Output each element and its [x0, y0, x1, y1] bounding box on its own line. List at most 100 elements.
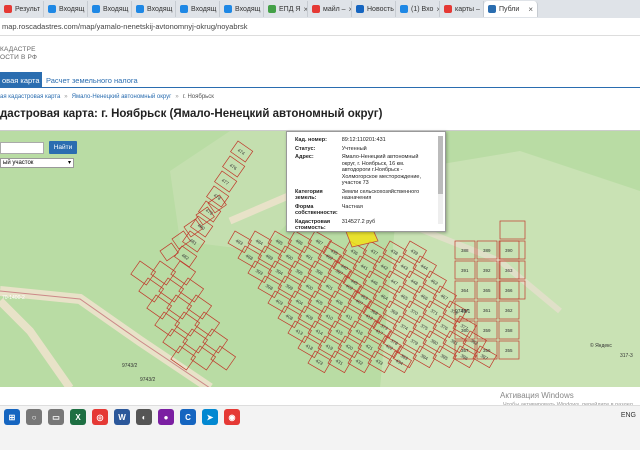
info-key: Статус:: [295, 145, 316, 152]
parcel-info-table: Кад. номер: 89:12:110201:431 Статус: Учтенн…: [293, 136, 433, 232]
app5-icon[interactable]: ◉: [224, 409, 240, 425]
parcel-number: 358: [505, 328, 513, 333]
page-title: дастровая карта: г. Ноябрьск (Ямало-Нене…: [0, 108, 383, 120]
info-value: 314527.2 руб: [341, 218, 376, 225]
site-logo[interactable]: КАДАСТРЕ ОСТИ В РФ: [0, 46, 37, 62]
info-row: Статус: Учтенный: [293, 145, 433, 154]
parcel-number: 388: [461, 248, 469, 253]
close-icon[interactable]: ×: [528, 5, 533, 14]
browser-tab[interactable]: Входящ×: [176, 1, 220, 17]
address-bar[interactable]: map.roscadastres.com/map/yamalo-nenetski…: [0, 18, 640, 36]
road-label: 9743/2: [122, 363, 138, 369]
taskbar: ⊞ ○ ▭ X ◎ W ◐ ● C ➤ ◉ ENG: [0, 405, 640, 450]
tab-label: карты –: [455, 5, 480, 13]
taskbar-icons: ⊞ ○ ▭ X ◎ W ◐ ● C ➤ ◉: [4, 409, 240, 425]
url-text[interactable]: map.roscadastres.com/map/yamalo-nenetski…: [2, 22, 248, 31]
app4-icon[interactable]: ➤: [202, 409, 218, 425]
info-key: Категория земель:: [295, 188, 323, 202]
search-icon[interactable]: ○: [26, 409, 42, 425]
breadcrumb-item-region[interactable]: Ямало-Ненецкий автономный округ: [72, 94, 172, 100]
browser-tab[interactable]: Результ×: [0, 1, 44, 17]
tab-favicon-icon: [312, 5, 320, 13]
parcel-number: 366: [505, 288, 513, 293]
tab-favicon-icon: [488, 5, 496, 13]
windows-icon[interactable]: ⊞: [4, 409, 20, 425]
tab-label: (1) Вхо: [411, 5, 434, 13]
breadcrumb-separator: »: [175, 94, 179, 100]
tab-favicon-icon: [400, 5, 408, 13]
browser-tab[interactable]: карты –×: [440, 1, 484, 17]
parcel-info-popup: Кад. номер: 89:12:110201:431 Статус: Учтенн…: [286, 131, 446, 232]
road-label: 9743/2: [140, 377, 156, 383]
tab-label: ЕПД Я: [279, 5, 301, 13]
info-row: Категория земель: Земли сельскохозяйствен…: [293, 188, 433, 203]
browser-tab[interactable]: Публи ×: [484, 1, 538, 17]
info-value: 89:12:110201:431: [341, 137, 386, 143]
tab-favicon-icon: [180, 5, 188, 13]
tab-favicon-icon: [92, 5, 100, 13]
tab-label: Входящ: [191, 5, 217, 13]
info-key: Кад. номер:: [295, 137, 327, 143]
word-icon[interactable]: W: [114, 409, 130, 425]
chrome-yandex-icon[interactable]: ◎: [92, 409, 108, 425]
info-value: Ямало-Ненецкий автономный округ, г. Нояб…: [341, 154, 422, 186]
map-search-input[interactable]: [0, 142, 44, 154]
nav-map-tab[interactable]: овая карта: [0, 72, 42, 88]
parcel-number: 359: [483, 328, 491, 333]
breadcrumb-item-map[interactable]: ая кадастровая карта: [0, 94, 60, 100]
road-label: 317-3: [620, 353, 633, 359]
site-nav: овая карта Расчет земельного налога: [0, 70, 640, 88]
tab-favicon-icon: [224, 5, 232, 13]
breadcrumb: ая кадастровая карта » Ямало-Ненецкий ав…: [0, 94, 214, 100]
nav-tax-calc-link[interactable]: Расчет земельного налога: [46, 76, 138, 85]
tab-favicon-icon: [444, 5, 452, 13]
tab-favicon-icon: [356, 5, 364, 13]
info-row: Кад. номер: 89:12:110201:431: [293, 136, 433, 145]
parcel-number: 361: [483, 308, 491, 313]
app2-icon[interactable]: ●: [158, 409, 174, 425]
taskview-icon[interactable]: ▭: [48, 409, 64, 425]
parcel-number: 357: [461, 348, 469, 353]
tab-favicon-icon: [136, 5, 144, 13]
chevron-down-icon: ▾: [67, 160, 71, 166]
app1-icon[interactable]: ◐: [136, 409, 152, 425]
breadcrumb-item-city: г. Ноябрьск: [182, 94, 214, 100]
browser-tab[interactable]: майл –×: [308, 1, 352, 17]
browser-tab[interactable]: Входящ×: [220, 1, 264, 17]
tab-label: майл –: [323, 5, 346, 13]
info-row: Адрес: Ямало-Ненецкий автономный округ, г…: [293, 153, 433, 188]
breadcrumb-separator: »: [64, 94, 68, 100]
browser-tab[interactable]: (1) Вхо×: [396, 1, 440, 17]
parcel-number: 355: [505, 348, 513, 353]
info-row: Кадастровая стоимость: 314527.2 руб: [293, 218, 433, 232]
info-row: Форма собственности: Частная: [293, 203, 433, 218]
parcel-number: 391: [461, 268, 469, 273]
logo-line2: ОСТИ В РФ: [0, 54, 38, 61]
road-label: 70-1400-2: [2, 295, 25, 301]
info-key: Кадастровая стоимость:: [295, 218, 331, 232]
layer-select[interactable]: ый участок ▾: [0, 158, 74, 168]
popup-scrollbar-thumb[interactable]: [438, 136, 443, 194]
tab-label: Публи: [499, 5, 520, 13]
browser-tab[interactable]: Входящ×: [132, 1, 176, 17]
browser-tab[interactable]: Входящ×: [88, 1, 132, 17]
excel-icon[interactable]: X: [70, 409, 86, 425]
tab-favicon-icon: [268, 5, 276, 13]
system-tray[interactable]: ENG: [621, 412, 636, 419]
parcel-number: 360: [461, 328, 469, 333]
parcel-number: 392: [483, 268, 491, 273]
tab-favicon-icon: [48, 5, 56, 13]
windows-activation-title: Активация Windows: [500, 391, 574, 400]
parcel-number: 363: [505, 268, 513, 273]
map-attribution[interactable]: © Яндекс: [590, 343, 612, 349]
map-search-button[interactable]: Найти: [49, 141, 77, 154]
parcel-number: 362: [505, 308, 513, 313]
app3-icon[interactable]: C: [180, 409, 196, 425]
browser-tab[interactable]: Входящ×: [44, 1, 88, 17]
parcel-number: 356: [483, 348, 491, 353]
info-key: Форма собственности:: [295, 203, 338, 217]
tab-label: Результ: [15, 5, 40, 13]
browser-tab[interactable]: Новость×: [352, 1, 396, 17]
browser-tab[interactable]: ЕПД Я ×: [264, 1, 308, 17]
parcel-number: 365: [483, 288, 491, 293]
